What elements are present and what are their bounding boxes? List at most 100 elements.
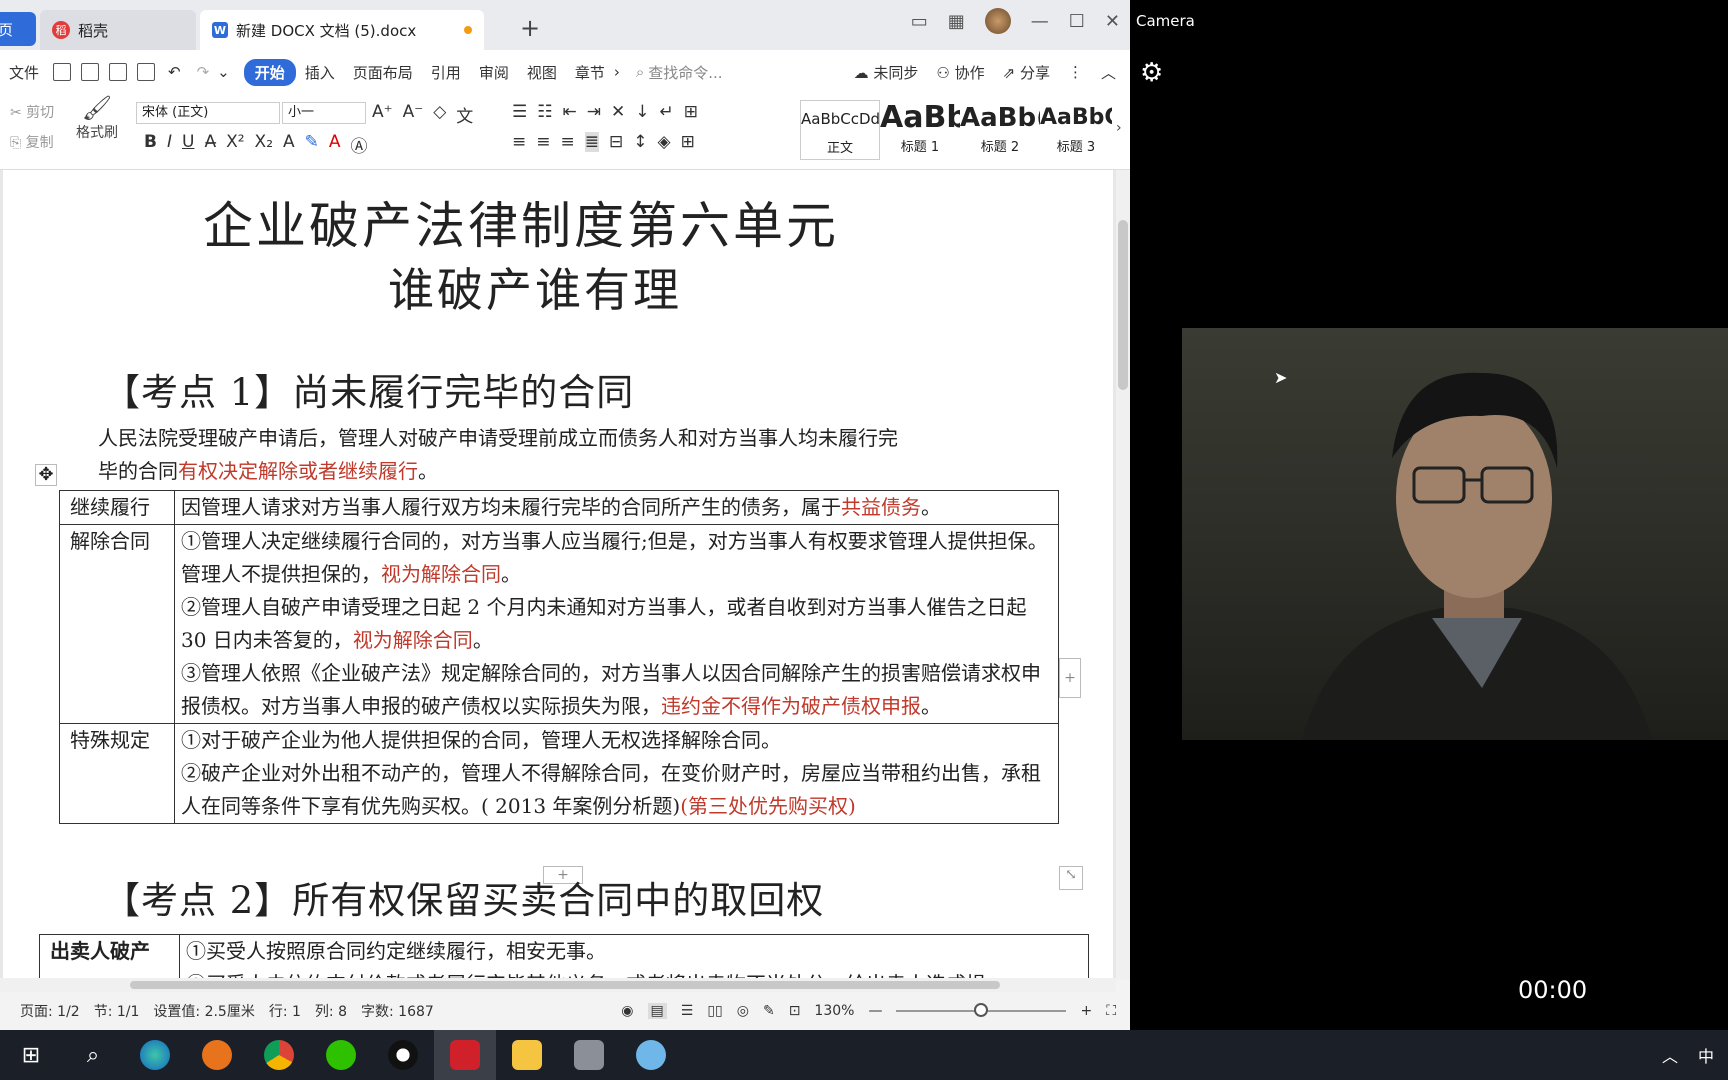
font-color-icon[interactable]: A: [329, 132, 341, 157]
font-size-select[interactable]: 小一: [282, 102, 366, 124]
tab-review[interactable]: 审阅: [470, 62, 518, 83]
zoom-level[interactable]: 130%: [814, 1003, 854, 1019]
outdent-icon[interactable]: ⇤: [563, 102, 577, 122]
page-view-icon[interactable]: ▤: [647, 1003, 667, 1019]
align-center-icon[interactable]: ≡: [536, 132, 550, 152]
tab-home[interactable]: 页: [0, 12, 36, 46]
zoom-out-icon[interactable]: —: [868, 1003, 882, 1019]
export-icon[interactable]: [81, 63, 100, 81]
vertical-scroll-thumb[interactable]: [1118, 220, 1128, 390]
line-spacing-icon[interactable]: ↕: [633, 132, 647, 152]
print-preview-icon[interactable]: [137, 63, 156, 81]
zoom-in-icon[interactable]: +: [1080, 1003, 1092, 1019]
align-right-icon[interactable]: ≡: [561, 132, 575, 152]
web-view-icon[interactable]: ◎: [737, 1003, 749, 1019]
maximize-button[interactable]: ☐: [1069, 11, 1085, 32]
status-col[interactable]: 列: 8: [315, 1001, 347, 1021]
taskbar-explorer[interactable]: [496, 1030, 558, 1080]
style-heading-3[interactable]: AaBbC 标题 3: [1040, 100, 1112, 160]
horizontal-scrollbar[interactable]: [0, 978, 1116, 992]
style-heading-2[interactable]: AaBb(标题 2: [960, 100, 1040, 160]
add-column-icon[interactable]: +: [1059, 658, 1081, 698]
fullscreen-icon[interactable]: ⛶: [1106, 1003, 1116, 1019]
collab-button[interactable]: ⚇ 协作: [936, 62, 984, 83]
taskbar-edge[interactable]: [124, 1030, 186, 1080]
taskbar-qq[interactable]: [372, 1030, 434, 1080]
search-command[interactable]: ⌕ 查找命令...: [636, 62, 723, 83]
undo-icon[interactable]: ↶: [168, 63, 181, 81]
clear-format-icon[interactable]: ◇: [433, 102, 446, 127]
tab-page-layout[interactable]: 页面布局: [344, 62, 422, 83]
chevron-right-icon[interactable]: ›: [614, 63, 620, 81]
strikethrough-icon[interactable]: A̶: [204, 132, 216, 157]
tab-reference[interactable]: 引用: [422, 62, 470, 83]
redo-icon[interactable]: ↷: [197, 63, 210, 81]
document-page[interactable]: 企业破产法律制度第六单元 谁破产谁有理 【考点 1】尚未履行完毕的合同 ✥ 人民…: [3, 170, 1113, 980]
ruler-icon[interactable]: ⊞: [684, 102, 698, 122]
read-view-icon[interactable]: ▯▯: [707, 1003, 722, 1019]
underline-icon[interactable]: U: [182, 132, 194, 157]
taskbar-chrome[interactable]: [248, 1030, 310, 1080]
unsync-button[interactable]: ☁ 未同步: [854, 62, 919, 83]
tray-expand-icon[interactable]: ︿: [1662, 1043, 1678, 1067]
styles-scroll-icon[interactable]: ›: [1116, 120, 1122, 136]
taskbar-app[interactable]: [620, 1030, 682, 1080]
cut-button[interactable]: ✂ 剪切: [10, 102, 54, 122]
status-words[interactable]: 字数: 1687: [361, 1001, 434, 1021]
horizontal-scroll-thumb[interactable]: [130, 981, 1000, 989]
outline-view-icon[interactable]: ☰: [681, 1003, 694, 1019]
write-mode-icon[interactable]: ✎: [763, 1003, 775, 1019]
shading-icon[interactable]: ◈: [658, 132, 671, 152]
ime-indicator[interactable]: 中: [1698, 1043, 1714, 1067]
copy-button[interactable]: ⎘ 复制: [10, 132, 54, 152]
tab-document[interactable]: W 新建 DOCX 文档 (5).docx: [200, 10, 484, 50]
minimize-button[interactable]: —: [1031, 11, 1049, 32]
bold-icon[interactable]: B: [144, 132, 157, 157]
format-painter-button[interactable]: 🖌 格式刷: [76, 94, 118, 142]
char-border-icon[interactable]: Ⓐ: [351, 132, 368, 157]
borders-icon[interactable]: ⊞: [681, 132, 695, 152]
align-left-icon[interactable]: ≡: [512, 132, 526, 152]
tab-insert[interactable]: 插入: [296, 62, 344, 83]
tab-daoke[interactable]: 稻稻壳: [40, 10, 196, 50]
highlight-icon[interactable]: ✎: [305, 132, 319, 157]
vertical-scrollbar[interactable]: [1116, 170, 1130, 980]
text-effect-icon[interactable]: A: [283, 132, 295, 157]
zoom-slider-knob[interactable]: [974, 1003, 989, 1017]
tab-start[interactable]: 开始: [243, 58, 296, 86]
style-heading-1[interactable]: AaBb 标题 1: [880, 100, 960, 160]
subscript-icon[interactable]: X₂: [255, 132, 273, 157]
file-menu[interactable]: 文件: [0, 62, 48, 83]
italic-icon[interactable]: I: [167, 132, 172, 157]
font-family-select[interactable]: 宋体 (正文): [136, 102, 280, 124]
bullet-list-icon[interactable]: ☰: [512, 102, 527, 122]
sort-icon[interactable]: ↓: [635, 102, 649, 122]
taskbar-camera[interactable]: [558, 1030, 620, 1080]
layout-icon[interactable]: ▭: [911, 11, 928, 32]
taskbar-grammarly[interactable]: [186, 1030, 248, 1080]
gear-icon[interactable]: ⚙: [1140, 58, 1163, 88]
status-row[interactable]: 行: 1: [269, 1001, 301, 1021]
superscript-icon[interactable]: X²: [226, 132, 244, 157]
taskbar-wps[interactable]: [434, 1030, 496, 1080]
show-marks-icon[interactable]: ↵: [660, 102, 674, 122]
justify-icon[interactable]: ≣: [584, 132, 599, 152]
taskbar-search-button[interactable]: ⌕: [62, 1030, 124, 1080]
table-move-icon[interactable]: ✥: [35, 464, 57, 486]
save-icon[interactable]: [53, 63, 72, 81]
chevron-down-icon[interactable]: ⌄: [217, 63, 230, 81]
close-button[interactable]: ✕: [1105, 11, 1120, 32]
new-tab-button[interactable]: +: [520, 14, 540, 42]
style-normal[interactable]: AaBbCcDd 正文: [800, 100, 880, 160]
tab-view[interactable]: 视图: [518, 62, 566, 83]
eye-protection-icon[interactable]: ◉: [621, 1003, 633, 1019]
more-icon[interactable]: ⋮: [1068, 63, 1083, 81]
tab-chapter[interactable]: 章节: [566, 62, 614, 83]
table-resize-icon[interactable]: ⤡: [1059, 866, 1083, 890]
distribute-icon[interactable]: ⊟: [609, 132, 623, 152]
grow-font-icon[interactable]: A⁺: [372, 102, 393, 127]
chinese-layout-icon[interactable]: ✕: [611, 102, 625, 122]
taskbar-wechat[interactable]: [310, 1030, 372, 1080]
status-page[interactable]: 页面: 1/2: [20, 1001, 80, 1021]
fit-page-icon[interactable]: ⊡: [789, 1003, 801, 1019]
